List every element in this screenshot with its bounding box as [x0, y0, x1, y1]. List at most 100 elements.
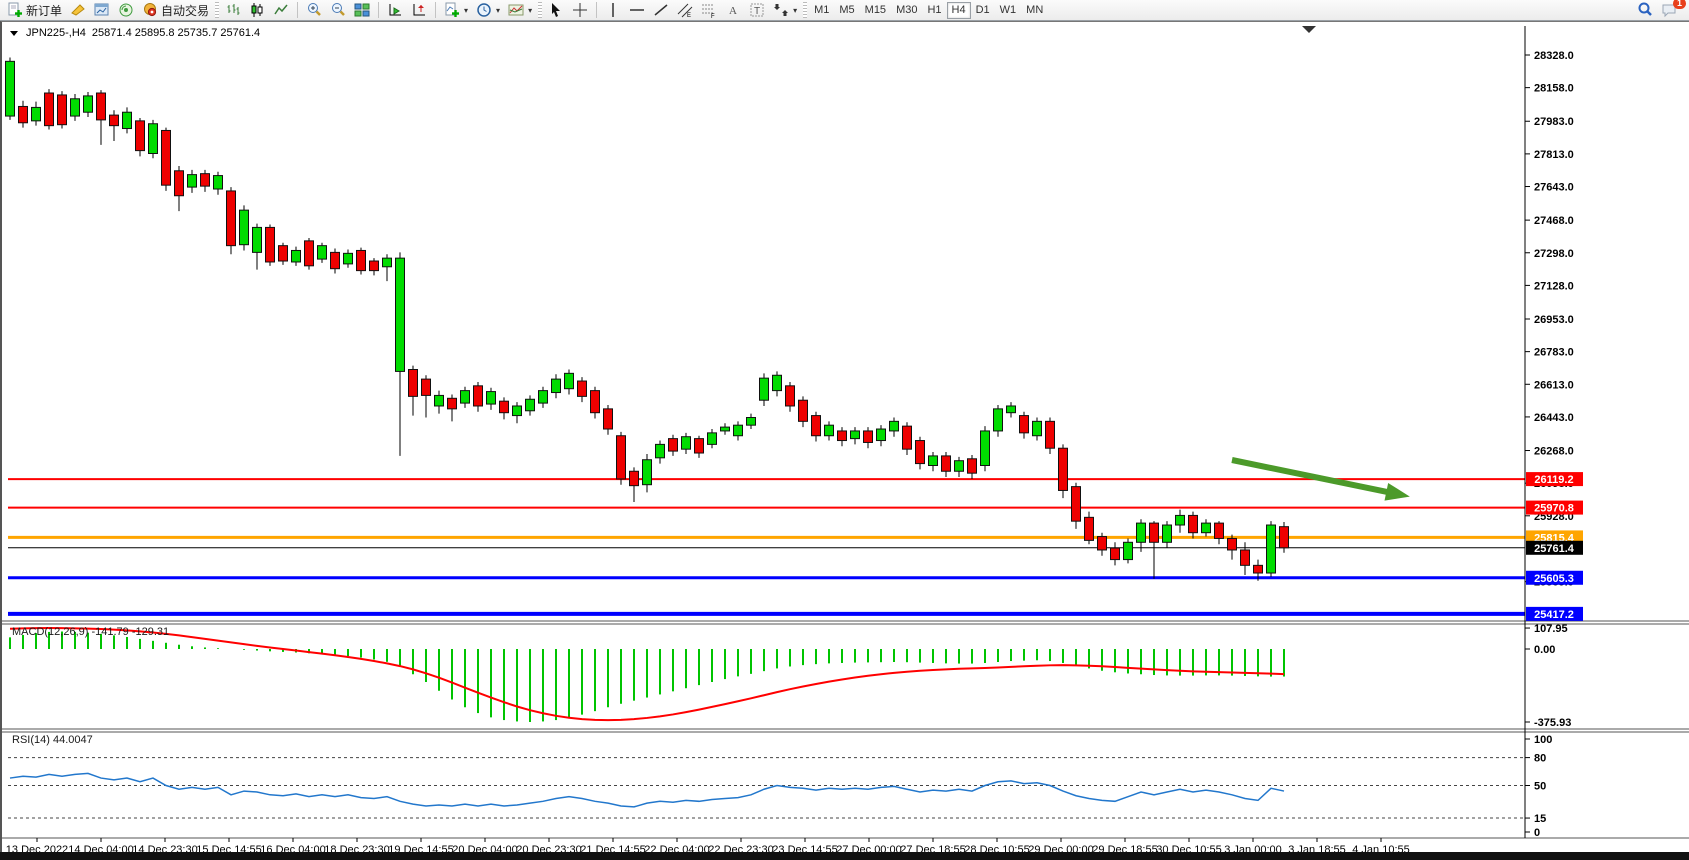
vline-tool-button[interactable]: [601, 1, 625, 19]
svg-text:0: 0: [1534, 827, 1540, 839]
timeframe-mn[interactable]: MN: [1021, 2, 1048, 19]
chart-title: JPN225-,H4 25871.4 25895.8 25735.7 25761…: [10, 27, 260, 39]
channel-tool-button[interactable]: E: [673, 1, 697, 19]
label-tool-button[interactable]: T: [745, 1, 769, 19]
vertical-line-icon: [605, 2, 621, 18]
equidistant-channel-icon: E: [677, 2, 693, 18]
hline-tool-button[interactable]: [625, 1, 649, 19]
svg-text:25970.8: 25970.8: [1534, 503, 1574, 515]
svg-text:28328.0: 28328.0: [1534, 50, 1574, 62]
fibonacci-icon: F: [701, 2, 717, 18]
cursor-tool-button[interactable]: [544, 1, 568, 19]
line-chart-button[interactable]: [269, 1, 293, 19]
toolbar-separator: [378, 2, 379, 18]
candlestick-chart-button[interactable]: [245, 1, 269, 19]
dropdown-caret-icon: ▾: [464, 6, 468, 15]
svg-text:80: 80: [1534, 753, 1546, 765]
dropdown-caret-icon: ▾: [528, 6, 532, 15]
timeframe-m5[interactable]: M5: [834, 2, 859, 19]
shapes-tool-button[interactable]: ▾: [769, 1, 801, 19]
dropdown-caret-icon: ▾: [496, 6, 500, 15]
timeframe-h4[interactable]: H4: [947, 2, 971, 19]
svg-text:25761.4: 25761.4: [1534, 543, 1575, 555]
periods-button[interactable]: ▾: [472, 1, 504, 19]
svg-text:28158.0: 28158.0: [1534, 83, 1574, 95]
trendline-tool-button[interactable]: [649, 1, 673, 19]
chart-canvas[interactable]: 28328.028158.027983.027813.027643.027468…: [2, 22, 1689, 854]
svg-text:F: F: [711, 14, 715, 18]
symbol-dropdown-icon[interactable]: [10, 27, 20, 39]
zoom-out-icon: [330, 2, 346, 18]
crosshair-tool-button[interactable]: [568, 1, 592, 19]
svg-text:26783.0: 26783.0: [1534, 347, 1574, 359]
market-watch-button[interactable]: [90, 1, 114, 19]
candlestick-chart-icon: [249, 2, 265, 18]
chart-shift-button[interactable]: [407, 1, 431, 19]
svg-text:25605.3: 25605.3: [1534, 573, 1574, 585]
auto-scroll-button[interactable]: [383, 1, 407, 19]
timeframe-w1[interactable]: W1: [995, 2, 1022, 19]
text-tool-button[interactable]: A: [721, 1, 745, 19]
toolbar-grip: [803, 2, 807, 18]
trendline-icon: [653, 2, 669, 18]
auto-scroll-icon: [387, 2, 403, 18]
clock-icon: [476, 2, 492, 18]
autotrade-button[interactable]: 自动交易: [138, 1, 213, 19]
toolbar-grip: [215, 2, 219, 18]
scroll-end-marker: [1302, 26, 1316, 33]
tile-windows-button[interactable]: [350, 1, 374, 19]
svg-text:107.95: 107.95: [1534, 623, 1568, 635]
svg-text:25417.2: 25417.2: [1534, 609, 1574, 621]
zoom-out-button[interactable]: [326, 1, 350, 19]
templates-button[interactable]: ▾: [504, 1, 536, 19]
svg-text:27468.0: 27468.0: [1534, 215, 1574, 227]
toolbar-separator: [297, 2, 298, 18]
search-button[interactable]: [1633, 1, 1657, 19]
chart-symbol-period: JPN225-,H4: [26, 27, 86, 39]
toolbar-grip: [538, 2, 542, 18]
toolbar-separator: [435, 2, 436, 18]
svg-text:27298.0: 27298.0: [1534, 248, 1574, 260]
bar-chart-button[interactable]: [221, 1, 245, 19]
zoom-in-button[interactable]: [302, 1, 326, 19]
mt4-application: 新订单 自动交易: [0, 0, 1689, 860]
autotrade-icon: [142, 2, 158, 18]
svg-text:0.00: 0.00: [1534, 644, 1555, 656]
signals-button[interactable]: [114, 1, 138, 19]
svg-text:27983.0: 27983.0: [1534, 116, 1574, 128]
notification-badge: 1: [1673, 0, 1686, 9]
timeframe-m1[interactable]: M1: [809, 2, 834, 19]
bottom-bar: [0, 852, 1689, 860]
signal-icon: [118, 2, 134, 18]
fibonacci-tool-button[interactable]: F: [697, 1, 721, 19]
line-chart-icon: [273, 2, 289, 18]
text-label-icon: T: [749, 2, 765, 18]
toolbar: 新订单 自动交易: [0, 0, 1689, 21]
horizontal-line-icon: [629, 2, 645, 18]
search-icon: [1637, 2, 1653, 18]
timeframe-h1[interactable]: H1: [922, 2, 946, 19]
bar-chart-icon: [225, 2, 241, 18]
svg-text:T: T: [754, 6, 760, 17]
market-depth-button[interactable]: [66, 1, 90, 19]
autotrade-label: 自动交易: [161, 2, 209, 19]
timeframe-m15[interactable]: M15: [860, 2, 891, 19]
notifications-button[interactable]: 1: [1657, 1, 1681, 19]
chart-ohlc-values: 25871.4 25895.8 25735.7 25761.4: [92, 27, 260, 39]
timeframe-d1[interactable]: D1: [971, 2, 995, 19]
indicators-icon: [444, 2, 460, 18]
zoom-in-icon: [306, 2, 322, 18]
svg-text:26119.2: 26119.2: [1534, 474, 1573, 486]
chart-window[interactable]: JPN225-,H4 25871.4 25895.8 25735.7 25761…: [0, 21, 1689, 853]
tile-windows-icon: [354, 2, 370, 18]
timeframe-m30[interactable]: M30: [891, 2, 922, 19]
wedge-icon: [70, 2, 86, 18]
trend-arrow-annotation: [1232, 460, 1388, 492]
cursor-icon: [548, 2, 564, 18]
indicators-button[interactable]: ▾: [440, 1, 472, 19]
new-order-button[interactable]: 新订单: [3, 1, 66, 19]
svg-text:27643.0: 27643.0: [1534, 182, 1574, 194]
rsi-label: RSI(14) 44.0047: [12, 734, 93, 746]
arrows-shapes-icon: [773, 2, 789, 18]
svg-text:100: 100: [1534, 734, 1552, 746]
